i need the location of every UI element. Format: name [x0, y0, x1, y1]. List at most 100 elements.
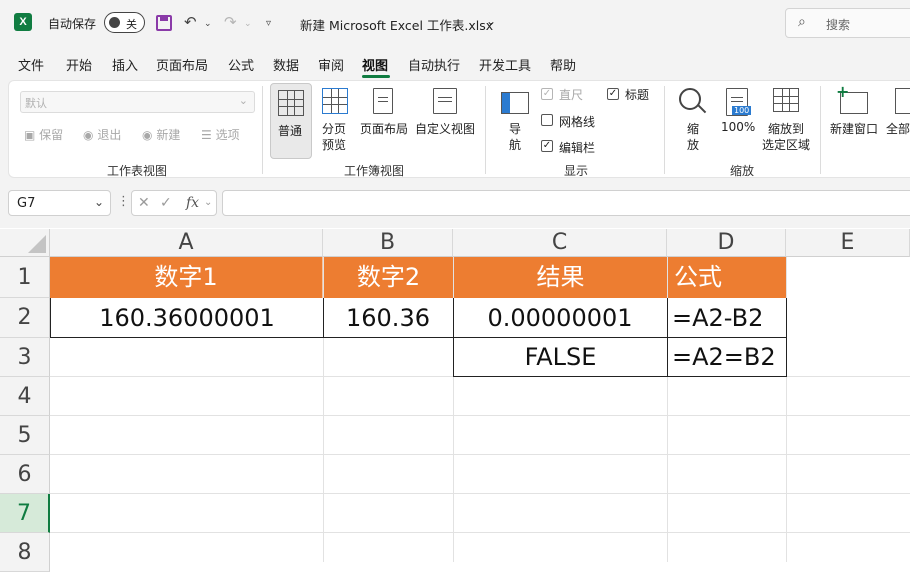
tab-page-layout[interactable]: 页面布局	[156, 55, 208, 74]
formula-input[interactable]	[222, 190, 910, 216]
cell-c3[interactable]: FALSE	[453, 337, 668, 377]
undo-dropdown-icon[interactable]: ⌄	[204, 14, 212, 34]
column-header-a[interactable]: A	[50, 229, 323, 257]
tab-review[interactable]: 审阅	[318, 55, 344, 74]
tab-developer[interactable]: 开发工具	[479, 55, 531, 74]
page-break-label-1: 分页	[322, 122, 347, 136]
tab-insert[interactable]: 插入	[112, 55, 138, 74]
tab-automate[interactable]: 自动执行	[408, 55, 460, 74]
group-divider	[664, 86, 665, 174]
cell-d3[interactable]: =A2=B2	[667, 337, 787, 377]
column-header-c[interactable]: C	[453, 229, 667, 257]
column-header-e[interactable]: E	[786, 229, 910, 257]
headings-checkbox[interactable]: ✓	[607, 88, 619, 100]
gridline	[50, 415, 910, 416]
select-all-button[interactable]	[0, 229, 50, 257]
exit-view-label: 退出	[97, 128, 122, 142]
row-header-4[interactable]: 4	[0, 377, 50, 416]
tab-file[interactable]: 文件	[18, 55, 44, 74]
arrange-all-label: 全部	[886, 122, 910, 136]
row-header-2[interactable]: 2	[0, 298, 50, 338]
keep-view-button[interactable]: ▣ 保留	[24, 126, 63, 143]
customize-qat-icon[interactable]: ▿	[266, 14, 271, 34]
cell-a2[interactable]: 160.36000001	[50, 298, 324, 338]
navigation-label-2: 航	[509, 138, 522, 152]
row-header-3[interactable]: 3	[0, 338, 50, 377]
exit-view-button[interactable]: ◉ 退出	[83, 126, 121, 143]
sheet-view-value: 默认	[25, 97, 47, 110]
cell-c2[interactable]: 0.00000001	[453, 298, 668, 338]
cell-c1[interactable]: 结果	[454, 257, 667, 298]
cell-b1[interactable]: 数字2	[324, 257, 453, 298]
autosave-state: 关	[126, 18, 137, 31]
gridline	[50, 493, 910, 494]
tab-formulas[interactable]: 公式	[228, 55, 254, 74]
page-break-icon	[322, 88, 348, 114]
gridlines-checkbox[interactable]	[541, 114, 553, 126]
grid-icon	[278, 90, 304, 116]
normal-view-button[interactable]: 普通	[270, 83, 312, 159]
formula-bar-label: 编辑栏	[559, 141, 596, 155]
gridlines-label: 网格线	[559, 115, 596, 129]
custom-view-icon	[433, 88, 457, 114]
chevron-down-icon[interactable]: ⌄	[204, 197, 212, 208]
page-layout-icon	[373, 88, 393, 114]
search-box[interactable]: ⌕ 搜索	[785, 8, 910, 38]
zoom-selection-label-2: 选定区域	[761, 138, 810, 152]
formula-bar-checkbox[interactable]: ✓	[541, 140, 553, 152]
ruler-label: 直尺	[559, 88, 584, 102]
autosave-toggle[interactable]: 关	[104, 12, 145, 33]
tab-data[interactable]: 数据	[273, 55, 299, 74]
formula-actions: ✕ ✓ fx ⌄	[131, 190, 217, 216]
zoom-selection-icon	[773, 88, 799, 112]
eye-plus-icon: ◉	[142, 128, 153, 142]
gridline	[50, 454, 910, 455]
sheet-view-select[interactable]: 默认 ⌄	[20, 91, 255, 113]
row-header-6[interactable]: 6	[0, 455, 50, 494]
tab-help[interactable]: 帮助	[550, 55, 576, 74]
eye-icon: ◉	[83, 128, 94, 142]
document-title[interactable]: 新建 Microsoft Excel 工作表.xlsx	[300, 15, 493, 34]
function-icon[interactable]: fx	[186, 195, 199, 211]
undo-icon[interactable]: ↶	[184, 12, 197, 32]
more-options-icon[interactable]: ⋮	[117, 194, 130, 209]
list-icon: ☰	[201, 128, 212, 142]
save-view-icon: ▣	[24, 128, 36, 142]
title-chevron-down-icon[interactable]: ⌄	[486, 14, 496, 28]
view-options-label: 选项	[215, 128, 240, 142]
group-label-show: 显示	[564, 164, 589, 178]
row-header-5[interactable]: 5	[0, 416, 50, 455]
tab-view[interactable]: 视图	[362, 55, 388, 74]
keep-view-label: 保留	[39, 128, 64, 142]
column-header-d[interactable]: D	[667, 229, 786, 257]
cell-a1[interactable]: 数字1	[50, 257, 323, 298]
row-header-1[interactable]: 1	[0, 257, 50, 298]
ruler-checkbox[interactable]: ✓	[541, 88, 553, 100]
page-layout-label: 页面布局	[360, 122, 409, 136]
group-label-zoom: 缩放	[730, 164, 755, 178]
redo-icon[interactable]: ↷	[224, 12, 237, 32]
cell-d1[interactable]: 公式	[668, 257, 786, 298]
chevron-down-icon: ⌄	[238, 94, 248, 107]
new-view-button[interactable]: ◉ 新建	[142, 126, 180, 143]
group-label-sheet-view: 工作表视图	[107, 164, 168, 178]
chevron-down-icon: ⌄	[93, 195, 104, 209]
cell-b2[interactable]: 160.36	[323, 298, 454, 338]
normal-view-label: 普通	[278, 124, 303, 138]
redo-dropdown-icon[interactable]: ⌄	[244, 14, 252, 34]
arrange-all-icon	[895, 88, 910, 114]
zoom-label-1: 缩	[687, 122, 700, 136]
view-options-button[interactable]: ☰ 选项	[201, 126, 240, 143]
cancel-x-icon[interactable]: ✕	[138, 195, 150, 211]
enter-check-icon[interactable]: ✓	[160, 195, 172, 211]
row-header-7[interactable]: 7	[0, 494, 50, 533]
save-icon[interactable]	[156, 15, 172, 31]
custom-view-label: 自定义视图	[415, 122, 476, 136]
cell-d2[interactable]: =A2-B2	[667, 298, 787, 338]
name-box[interactable]: G7 ⌄	[8, 190, 111, 216]
column-header-b[interactable]: B	[323, 229, 453, 257]
row-header-8[interactable]: 8	[0, 533, 50, 572]
zoom-100-label: 100%	[721, 120, 756, 134]
name-box-value: G7	[17, 196, 36, 211]
tab-home[interactable]: 开始	[66, 55, 92, 74]
